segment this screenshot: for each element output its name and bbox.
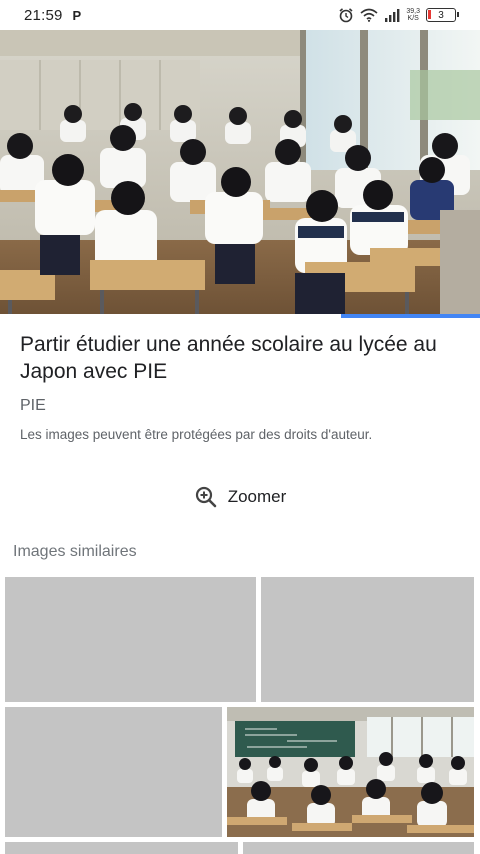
similar-images-heading: Images similaires <box>13 543 137 560</box>
clock: 21:59 <box>24 6 63 24</box>
speed-unit: K/S <box>407 15 419 22</box>
speed-value: 39,3 <box>406 8 420 15</box>
battery-level: 3 <box>438 9 444 21</box>
zoom-in-icon <box>195 486 217 508</box>
signal-icon <box>385 9 400 22</box>
status-icons: 39,3 K/S 3 <box>338 7 459 23</box>
status-bar: 21:59 P 39,3 K/S 3 <box>0 0 480 30</box>
classroom-thumbnail <box>227 707 474 837</box>
similar-image-placeholder[interactable] <box>5 577 256 702</box>
image-progress-fill <box>340 314 480 318</box>
result-image[interactable] <box>0 30 480 314</box>
alarm-icon <box>339 8 353 23</box>
similar-image-classroom[interactable] <box>227 707 474 837</box>
result-title[interactable]: Partir étudier une année scolaire au lyc… <box>20 331 460 385</box>
copyright-notice: Les images peuvent être protégées par de… <box>20 427 373 442</box>
image-progress-bar <box>0 314 480 318</box>
similar-image-placeholder[interactable] <box>5 707 222 837</box>
battery-icon: 3 <box>426 8 459 22</box>
zoom-label: Zoomer <box>227 487 287 506</box>
network-speed: 39,3 K/S <box>406 8 420 22</box>
result-source[interactable]: PIE <box>20 397 46 415</box>
notification-p-icon: P <box>72 7 82 23</box>
similar-image-placeholder[interactable] <box>261 577 474 702</box>
wifi-icon <box>360 8 378 22</box>
similar-image-placeholder[interactable] <box>5 842 238 854</box>
classroom-photo <box>0 30 480 314</box>
similar-image-placeholder[interactable] <box>243 842 474 854</box>
zoom-button[interactable]: Zoomer <box>0 481 480 513</box>
